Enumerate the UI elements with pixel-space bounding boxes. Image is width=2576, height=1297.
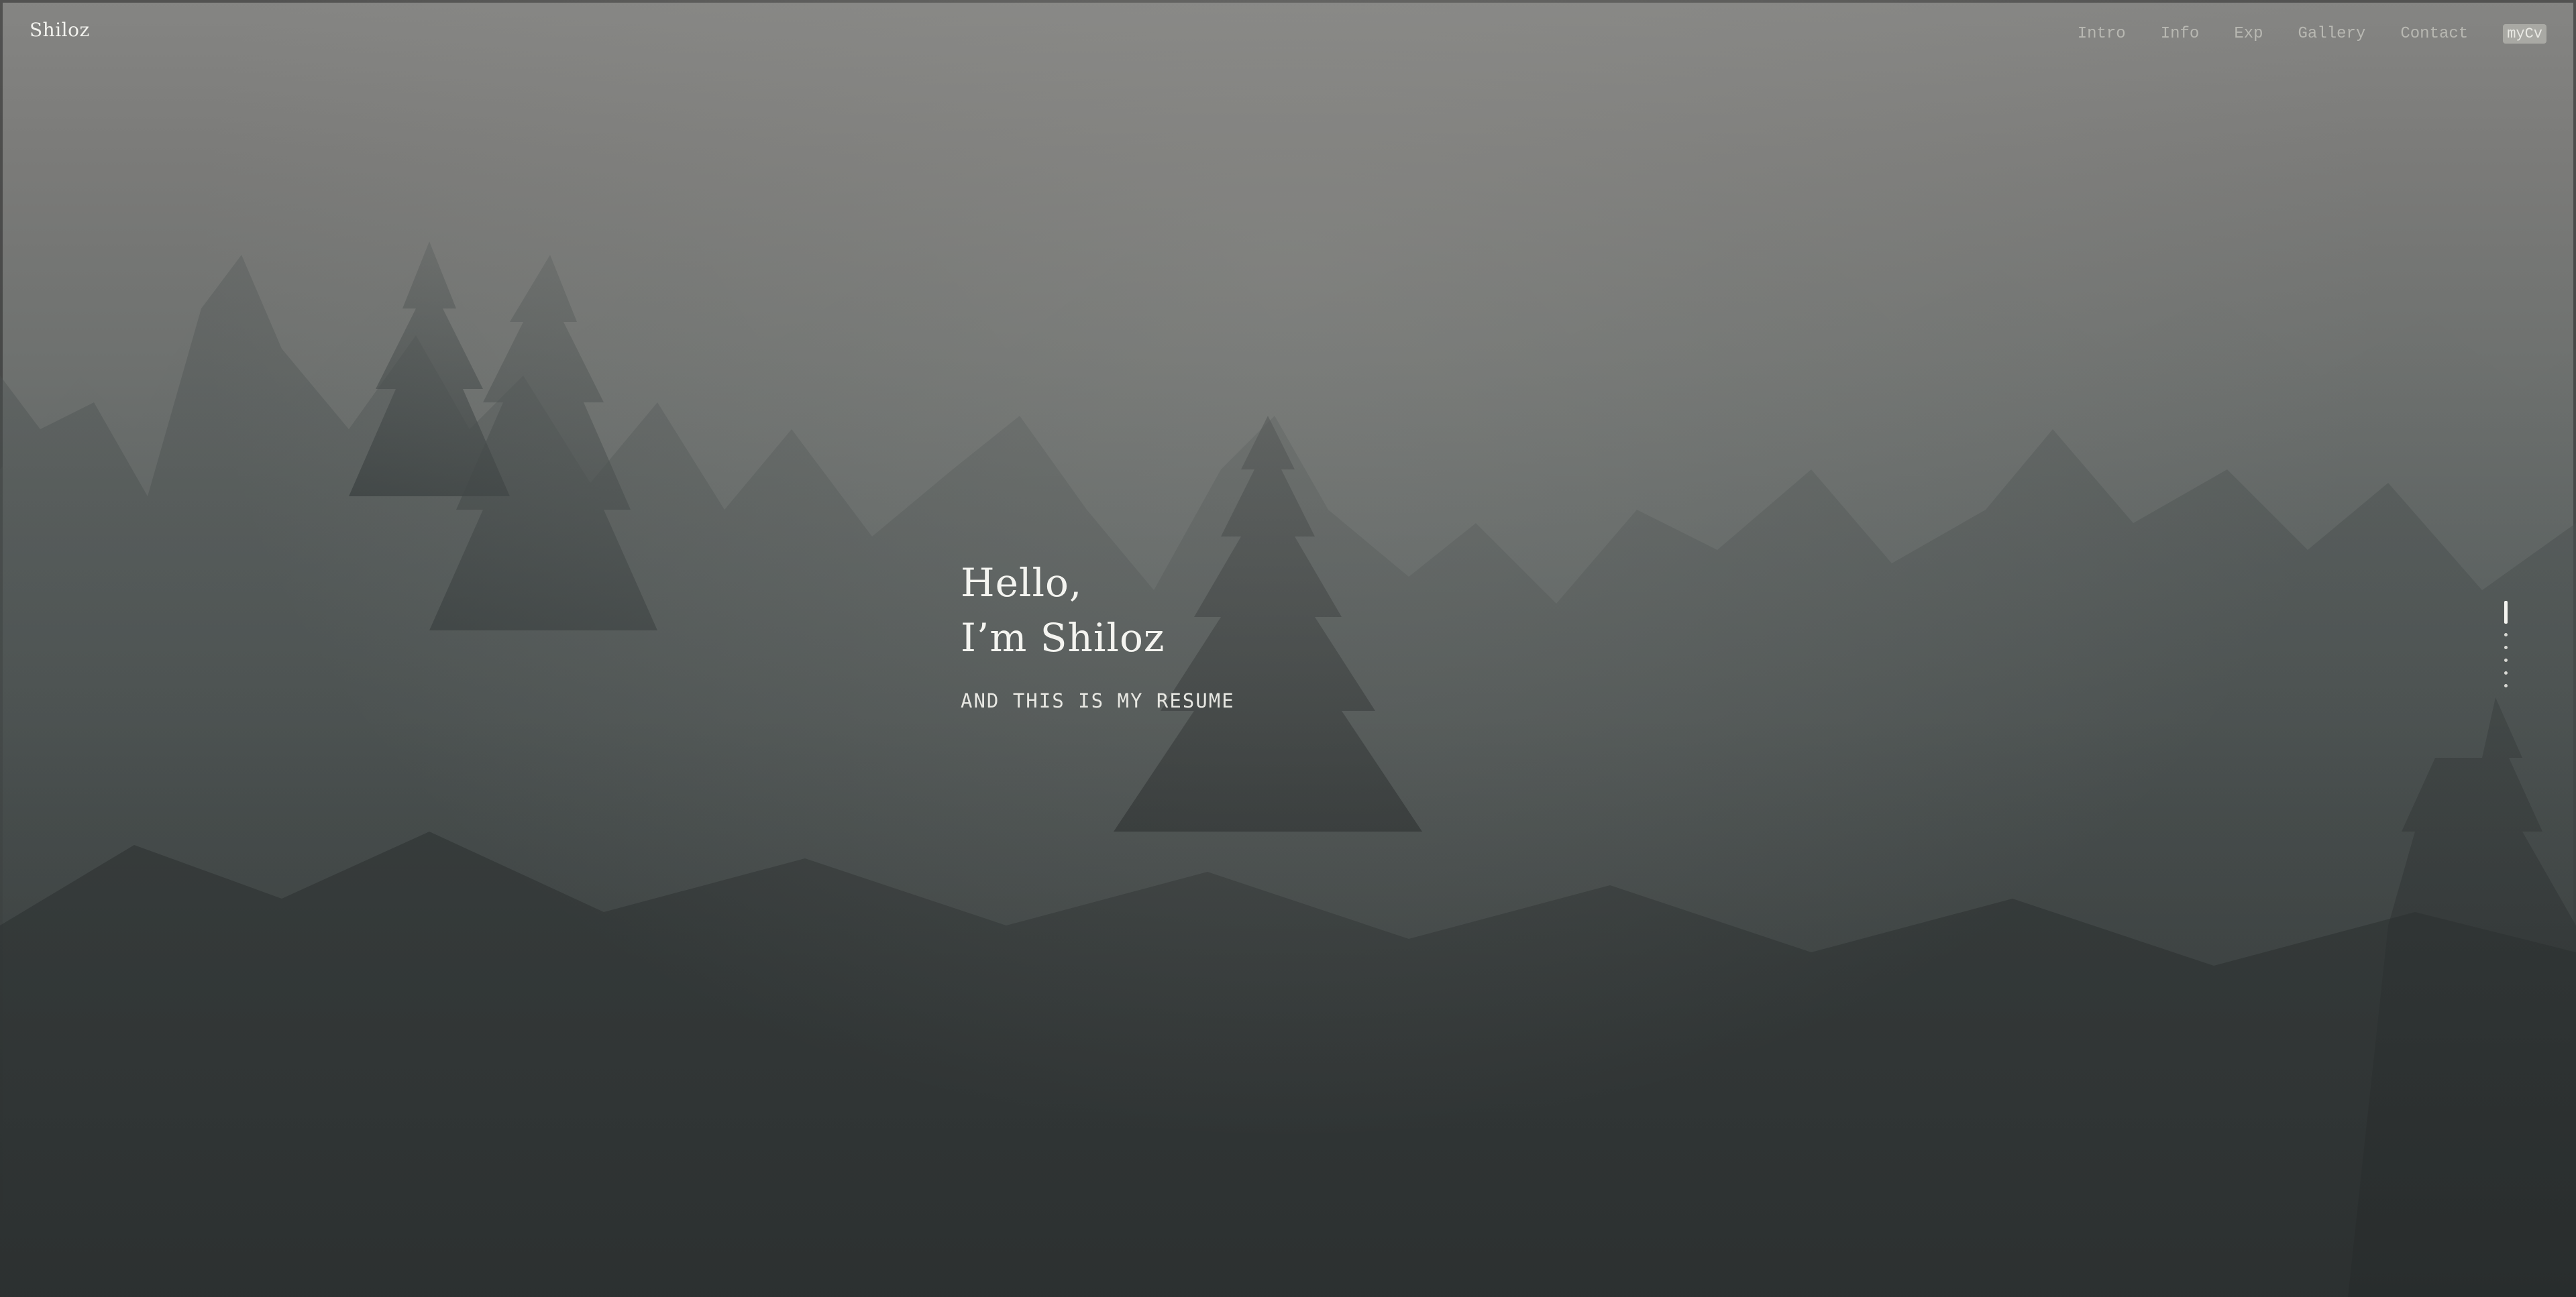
hero-subtitle: AND THIS IS MY RESUME: [961, 689, 1235, 712]
section-dot-6[interactable]: [2504, 684, 2508, 687]
hero-section: Hello, I’m Shiloz AND THIS IS MY RESUME: [961, 555, 1235, 712]
brand-logo[interactable]: Shiloz: [30, 19, 90, 41]
nav-link-intro[interactable]: Intro: [2078, 25, 2126, 43]
hero-greeting: Hello,: [961, 560, 1083, 606]
nav-link-exp[interactable]: Exp: [2234, 25, 2263, 43]
nav-link-gallery[interactable]: Gallery: [2298, 25, 2366, 43]
section-dot-4[interactable]: [2504, 659, 2508, 662]
resume-page: Shiloz Intro Info Exp Gallery Contact my…: [0, 0, 2576, 1297]
foggy-forest-background: [0, 201, 2576, 1297]
nav-link-mycv[interactable]: myCv: [2503, 24, 2546, 44]
section-dot-2[interactable]: [2504, 633, 2508, 636]
nav-link-info[interactable]: Info: [2161, 25, 2200, 43]
hero-name: I’m Shiloz: [961, 615, 1165, 661]
section-dot-3[interactable]: [2504, 646, 2508, 649]
section-pagination: [2504, 601, 2508, 687]
top-navigation: Intro Info Exp Gallery Contact myCv: [2078, 24, 2546, 44]
section-dot-5[interactable]: [2504, 671, 2508, 675]
nav-link-contact[interactable]: Contact: [2400, 25, 2468, 43]
section-dot-active[interactable]: [2504, 601, 2508, 624]
